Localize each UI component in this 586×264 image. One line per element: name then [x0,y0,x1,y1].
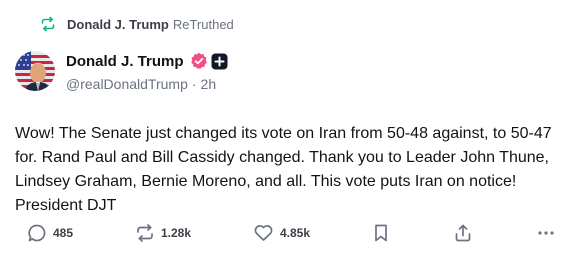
author-name-row: Donald J. Trump [66,50,228,72]
avatar[interactable] [15,51,55,91]
retruth-header: Donald J. Trump ReTruthed [40,15,234,33]
retruth-label: ReTruthed [172,16,234,32]
author-handle[interactable]: @realDonaldTrump [66,76,188,92]
plus-icon [211,53,228,70]
like-count: 4.85k [280,226,311,240]
separator-dot: · [191,76,197,92]
reply-icon [27,223,47,243]
retruth-button[interactable]: 1.28k [135,218,191,248]
retruth-count: 1.28k [161,226,192,240]
retruth-author-link[interactable]: Donald J. Trump [67,17,169,32]
action-bar: 485 1.28k 4.85k [0,218,586,248]
retruth-icon [135,223,155,243]
like-icon [253,223,274,243]
share-icon [453,223,473,243]
share-button[interactable] [453,218,473,248]
like-button[interactable]: 4.85k [253,218,310,248]
bookmark-icon [372,223,390,243]
bookmark-button[interactable] [372,218,390,248]
author-handle-row: @realDonaldTrump · 2h [66,76,216,92]
retruth-icon [40,16,56,32]
post-text: Wow! The Senate just changed its vote on… [15,125,552,214]
more-icon [536,223,556,243]
post-timestamp[interactable]: 2h [201,76,217,92]
more-options-button[interactable] [536,218,556,248]
verified-icon [190,52,208,70]
reply-count: 485 [53,226,74,240]
author-display-name[interactable]: Donald J. Trump [66,53,184,70]
reply-button[interactable]: 485 [27,218,73,248]
